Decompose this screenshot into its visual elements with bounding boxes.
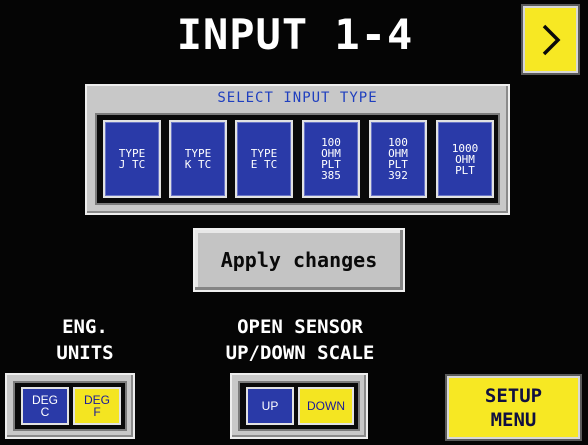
input-type-panel: SELECT INPUT TYPE TYPE J TC TYPE K TC TY…	[85, 84, 510, 215]
type-k-tc-label: TYPE K TC	[184, 147, 212, 171]
next-page-button[interactable]	[521, 4, 580, 75]
deg-f-button[interactable]: DEG F	[73, 387, 121, 425]
eng-units-toggle: DEG C DEG F	[5, 373, 135, 439]
ohm-100-plt-392-label: 100 OHM PLT 392	[388, 136, 408, 182]
down-scale-button[interactable]: DOWN	[298, 387, 354, 425]
input-type-title: SELECT INPUT TYPE	[217, 90, 378, 106]
type-e-tc-button[interactable]: TYPE E TC	[235, 120, 293, 198]
type-j-tc-button[interactable]: TYPE J TC	[103, 120, 161, 198]
eng-units-options: DEG C DEG F	[13, 381, 127, 431]
down-scale-label: DOWN	[307, 399, 345, 413]
input-type-options: TYPE J TC TYPE K TC TYPE E TC 100 OHM PL…	[95, 113, 500, 205]
ohm-1000-plt-button[interactable]: 1000 OHM PLT	[436, 120, 494, 198]
type-e-tc-label: TYPE E TC	[250, 147, 278, 171]
apply-changes-button[interactable]: Apply changes	[193, 228, 405, 292]
open-sensor-options: UP DOWN	[238, 381, 360, 431]
setup-menu-button[interactable]: SETUP MENU	[445, 374, 582, 441]
chevron-right-icon	[542, 24, 560, 55]
open-sensor-toggle: UP DOWN	[230, 373, 368, 439]
eng-units-label: ENG. UNITS	[56, 316, 114, 364]
deg-c-label: DEG C	[31, 393, 58, 419]
type-k-tc-button[interactable]: TYPE K TC	[169, 120, 227, 198]
up-scale-button[interactable]: UP	[246, 387, 294, 425]
screen-title: INPUT 1-4	[176, 10, 414, 59]
setup-menu-label: SETUP MENU	[484, 384, 543, 431]
up-scale-label: UP	[261, 399, 279, 413]
type-j-tc-label: TYPE J TC	[118, 147, 146, 171]
ohm-100-plt-385-button[interactable]: 100 OHM PLT 385	[302, 120, 360, 198]
deg-f-label: DEG F	[83, 393, 110, 419]
ohm-100-plt-392-button[interactable]: 100 OHM PLT 392	[369, 120, 427, 198]
ohm-1000-plt-label: 1000 OHM PLT	[451, 141, 479, 177]
deg-c-button[interactable]: DEG C	[21, 387, 69, 425]
open-sensor-label: OPEN SENSOR UP/DOWN SCALE	[225, 316, 375, 364]
ohm-100-plt-385-label: 100 OHM PLT 385	[321, 136, 341, 182]
